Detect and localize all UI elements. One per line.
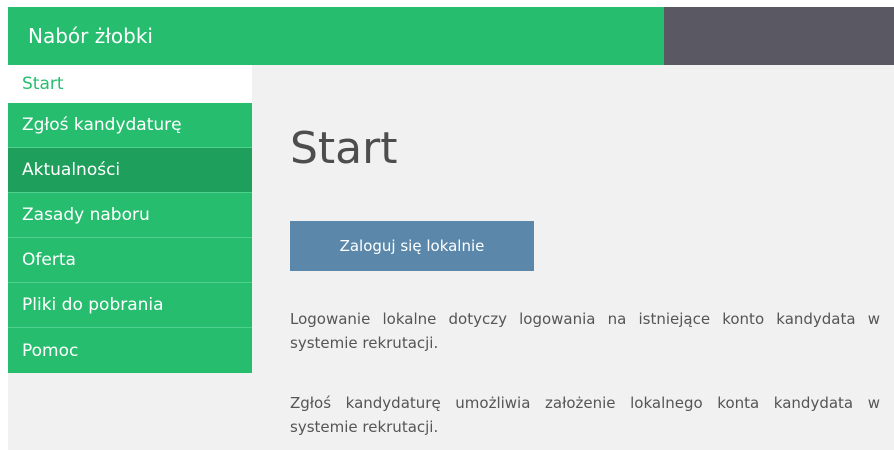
header-right-panel [664, 7, 894, 65]
header-bar: Nabór żłobki [8, 7, 894, 65]
sidebar-item-start[interactable]: Start [8, 65, 252, 103]
sidebar-item-oferta[interactable]: Oferta [8, 238, 252, 283]
registration-description: Zgłoś kandydaturę umożliwia założenie lo… [290, 394, 880, 436]
site-title[interactable]: Nabór żłobki [8, 7, 664, 65]
sidebar-item-aktualnosci[interactable]: Aktualności [8, 148, 252, 193]
sidebar-nav: Start Zgłoś kandydaturę Aktualności Zasa… [8, 65, 252, 373]
sidebar-item-zglos-kandydature[interactable]: Zgłoś kandydaturę [8, 103, 252, 148]
sidebar-item-pomoc[interactable]: Pomoc [8, 328, 252, 373]
login-local-button[interactable]: Zaloguj się lokalnie [290, 221, 534, 271]
sidebar-item-zasady-naboru[interactable]: Zasady naboru [8, 193, 252, 238]
login-description: Logowanie lokalne dotyczy logowania na i… [290, 310, 880, 352]
body-area: Start Zgłoś kandydaturę Aktualności Zasa… [8, 65, 894, 450]
page: Nabór żłobki Start Zgłoś kandydaturę Akt… [0, 0, 894, 450]
sidebar-item-pliki-do-pobrania[interactable]: Pliki do pobrania [8, 283, 252, 328]
page-title: Start [290, 123, 398, 174]
